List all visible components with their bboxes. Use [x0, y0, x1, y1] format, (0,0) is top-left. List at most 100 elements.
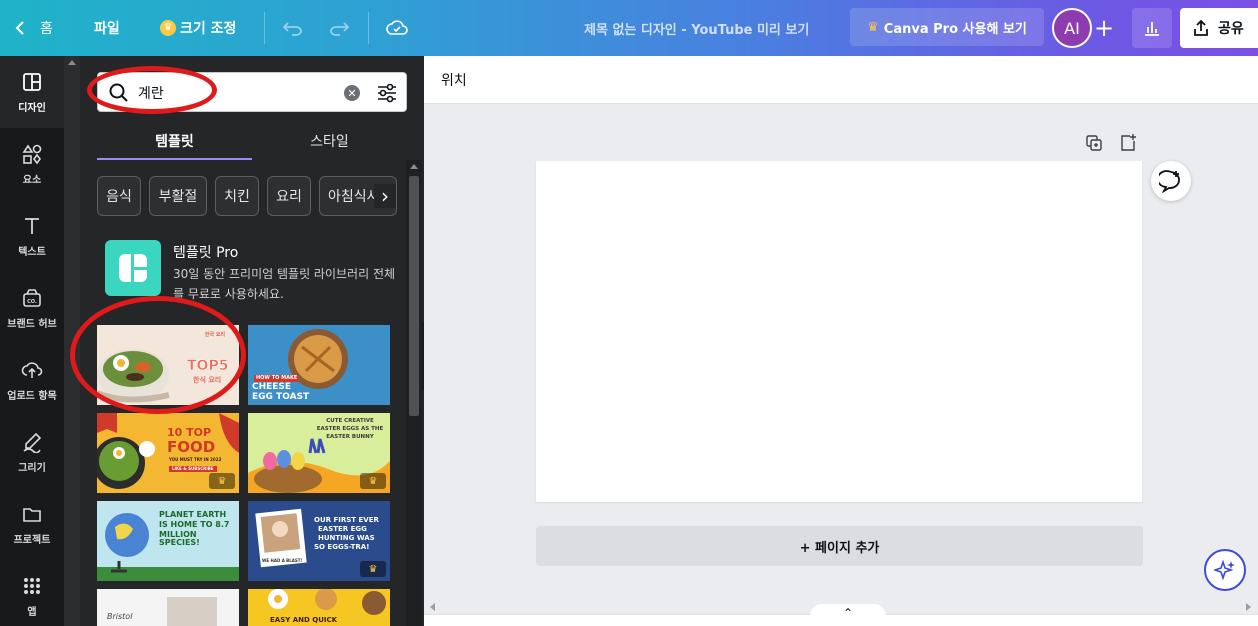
invite-plus-button[interactable]: +	[1090, 14, 1118, 42]
template-thumbnail[interactable]: HOW TO MAKE CHEESE EGG TOAST	[248, 325, 390, 405]
tab-styles[interactable]: 스타일	[252, 122, 407, 160]
svg-text:CO.: CO.	[27, 299, 37, 305]
rail-label: 프로젝트	[13, 534, 51, 546]
category-chips: 음식 부활절 치킨 요리 아침식사	[97, 176, 397, 216]
canva-pro-logo-icon	[105, 240, 161, 296]
crown-icon: ♛	[160, 20, 176, 36]
template-thumbnail[interactable]: Bristol	[97, 589, 239, 626]
template-title: Bristol	[107, 612, 133, 621]
search-input[interactable]: 계란	[138, 83, 164, 103]
search-icon	[109, 83, 128, 102]
design-page[interactable]	[536, 161, 1142, 502]
comment-plus-icon	[1159, 170, 1180, 193]
chip-chicken[interactable]: 치킨	[215, 176, 259, 216]
template-title: EASTER EGGS AS THE	[316, 426, 384, 432]
chips-next-button[interactable]: ›	[374, 184, 396, 208]
template-thumbnail[interactable]: 한국 요리 TOP5 한식 요리	[97, 325, 239, 405]
template-search-box[interactable]: 계란 ✕	[97, 72, 407, 112]
insights-button[interactable]	[1132, 8, 1172, 48]
rail-item-projects[interactable]: 프로젝트	[0, 488, 64, 560]
file-menu[interactable]: 파일	[94, 0, 120, 56]
redo-button[interactable]	[328, 0, 350, 56]
rail-item-text[interactable]: 텍스트	[0, 200, 64, 272]
toolbar-divider	[264, 12, 265, 44]
add-comment-button[interactable]	[1151, 161, 1191, 201]
shapes-icon	[22, 144, 42, 164]
duplicate-page-icon[interactable]	[1084, 133, 1104, 153]
share-button[interactable]: 공유	[1180, 8, 1258, 48]
rail-label: 앱	[27, 606, 37, 618]
plus-icon: +	[1093, 14, 1115, 42]
cloud-save-status[interactable]	[386, 0, 408, 56]
template-thumbnail[interactable]: EASY AND QUICK	[248, 589, 390, 626]
scroll-up-arrow-icon[interactable]	[68, 60, 76, 65]
add-page-button[interactable]: + 페이지 추가	[536, 526, 1143, 566]
chevron-left-icon	[15, 21, 24, 35]
template-caption: WE HAD A BLAST!	[262, 558, 303, 563]
template-title: PLANET EARTH	[159, 510, 227, 519]
template-title: EASY AND QUICK	[270, 616, 338, 624]
context-toolbar	[424, 56, 1258, 104]
template-subtitle: YOU MUST TRY IN 2023	[169, 457, 222, 462]
chip-cooking[interactable]: 요리	[267, 176, 311, 216]
resize-button[interactable]: ♛ 크기 조정	[160, 0, 236, 56]
chevron-up-icon: ⌃	[842, 606, 854, 620]
layout-icon	[23, 72, 41, 91]
template-thumbnail[interactable]: PLANET EARTH IS HOME TO 8.7 MILLION SPEC…	[97, 501, 239, 581]
rail-item-brand-hub[interactable]: CO. 브랜드 허브	[0, 272, 64, 344]
panel-left-scrollbar[interactable]	[64, 56, 80, 626]
photo-placeholder	[167, 597, 217, 626]
rail-item-uploads[interactable]: 업로드 항목	[0, 344, 64, 416]
pro-crown-badge-icon: ♛	[360, 473, 386, 489]
template-subtitle: 한국 요리	[204, 332, 226, 338]
template-title: FOOD	[167, 438, 216, 456]
rail-item-elements[interactable]: 요소	[0, 128, 64, 200]
sparkle-icon	[1214, 559, 1235, 581]
chevron-right-icon: ›	[381, 184, 389, 208]
chip-food[interactable]: 음식	[97, 176, 141, 216]
back-button[interactable]	[12, 0, 28, 56]
template-thumbnail[interactable]: WE HAD A BLAST! OUR FIRST EVER EASTER EG…	[248, 501, 390, 581]
template-title: OUR FIRST EVER	[314, 516, 379, 524]
left-rail: 디자인 요소 텍스트 CO. 브랜드 허브 업로드 항목 그리기 프로젝트 앱	[0, 56, 64, 626]
pro-crown-badge-icon: ♛	[360, 561, 386, 577]
filter-sliders-icon[interactable]	[376, 82, 398, 104]
template-subtitle: LIKE & SUBSCRIBE	[169, 466, 217, 473]
tab-templates[interactable]: 템플릿	[97, 122, 252, 160]
template-title: EASTER BUNNY	[326, 434, 374, 440]
chip-easter[interactable]: 부활절	[149, 176, 207, 216]
scroll-right-arrow-icon[interactable]	[1246, 603, 1251, 611]
pro-card-title: 템플릿 Pro	[173, 245, 239, 261]
rail-label: 그리기	[18, 462, 46, 474]
template-title: 10 TOP	[167, 426, 212, 439]
user-avatar[interactable]: AI	[1052, 8, 1092, 48]
toolbar-divider	[368, 12, 369, 44]
panel-scroll-thumb[interactable]	[409, 176, 419, 416]
scroll-up-arrow-icon[interactable]	[410, 164, 418, 169]
magic-assistant-button[interactable]	[1204, 549, 1246, 591]
rail-label: 디자인	[18, 102, 46, 114]
rail-item-draw[interactable]: 그리기	[0, 416, 64, 488]
upload-icon	[21, 361, 43, 378]
document-title[interactable]: 제목 없는 디자인 - YouTube 미리 보기	[584, 0, 809, 56]
add-page-icon[interactable]	[1118, 133, 1138, 153]
resize-label: 크기 조정	[180, 21, 237, 37]
canva-pro-trial-button[interactable]: ♛ Canva Pro 사용해 보기	[850, 8, 1044, 46]
rail-label: 업로드 항목	[7, 390, 57, 402]
crown-icon: ♛	[867, 19, 879, 35]
template-title: IS HOME TO 8.7	[159, 520, 230, 529]
share-label: 공유	[1218, 21, 1244, 37]
home-link[interactable]: 홈	[40, 0, 53, 56]
position-button[interactable]: 위치	[441, 70, 467, 90]
undo-button[interactable]	[282, 0, 304, 56]
template-thumbnail[interactable]: 10 TOP FOOD YOU MUST TRY IN 2023 LIKE & …	[97, 413, 239, 493]
template-thumbnail[interactable]: CUTE CREATIVE EASTER EGGS AS THE EASTER …	[248, 413, 390, 493]
rail-item-design[interactable]: 디자인	[0, 56, 64, 128]
clear-search-icon[interactable]: ✕	[344, 85, 360, 101]
bar-chart-icon	[1145, 22, 1159, 36]
undo-icon	[282, 22, 302, 36]
template-title: HUNTING WAS	[318, 534, 375, 542]
scroll-left-arrow-icon[interactable]	[430, 603, 435, 611]
expand-pages-button[interactable]: ⌃	[810, 604, 886, 626]
rail-item-apps[interactable]: 앱	[0, 560, 64, 626]
